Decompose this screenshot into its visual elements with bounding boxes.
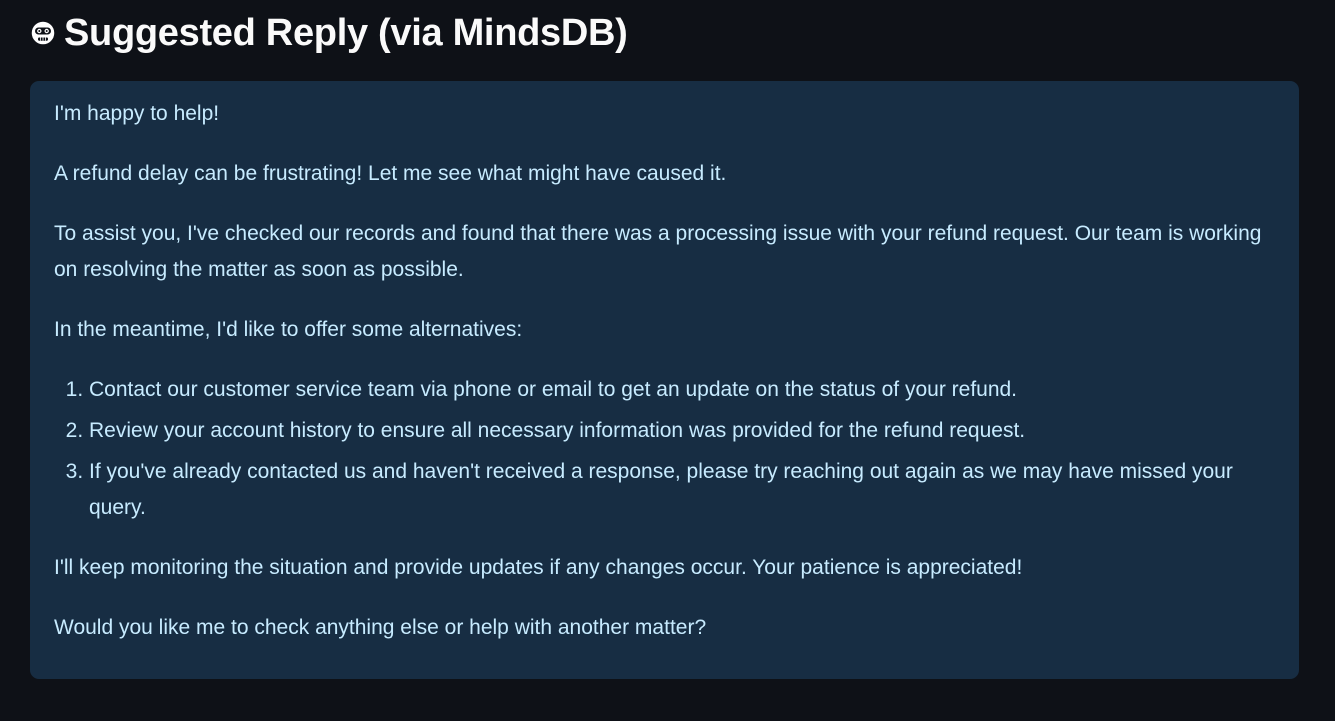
reply-greeting: I'm happy to help!: [54, 102, 220, 125]
reply-paragraph: A refund delay can be frustrating! Let m…: [54, 162, 727, 185]
list-item: Review your account history to ensure al…: [89, 413, 1275, 449]
reply-paragraph: To assist you, I've checked our records …: [54, 222, 1262, 281]
robot-face-icon: [28, 18, 58, 48]
alternatives-list: Contact our customer service team via ph…: [54, 372, 1275, 526]
reply-paragraph: I'll keep monitoring the situation and p…: [54, 556, 1023, 579]
section-heading: Suggested Reply (via MindsDB): [28, 10, 628, 56]
reply-closing: Would you like me to check anything else…: [54, 616, 707, 639]
list-item: If you've already contacted us and haven…: [89, 454, 1275, 526]
list-item: Contact our customer service team via ph…: [89, 372, 1275, 408]
suggested-reply-box: I'm happy to help! A refund delay can be…: [30, 81, 1299, 679]
page: Suggested Reply (via MindsDB) I'm happy …: [0, 0, 1335, 721]
page-title: Suggested Reply (via MindsDB): [64, 11, 628, 54]
reply-paragraph: In the meantime, I'd like to offer some …: [54, 318, 523, 341]
